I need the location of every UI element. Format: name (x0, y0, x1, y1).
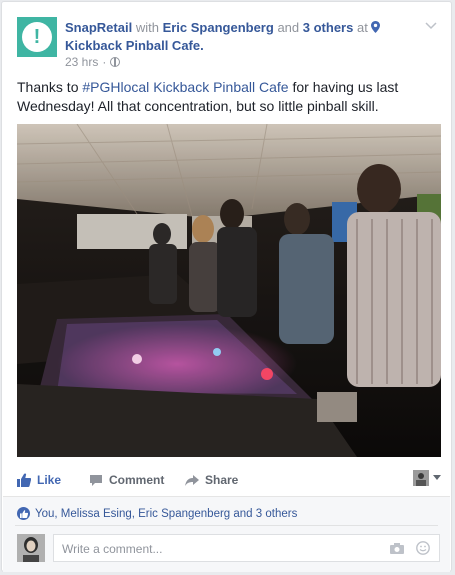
comment-tools (390, 541, 430, 555)
share-label: Share (205, 473, 239, 487)
comment-input[interactable]: Write a comment... (53, 534, 440, 562)
action-bar: Like Comment Share (17, 468, 441, 494)
at-text: at (356, 20, 368, 35)
like-badge-icon (17, 507, 30, 520)
feedback-section: You, Melissa Esing, Eric Spangenberg and… (3, 497, 450, 572)
chevron-down-icon[interactable] (423, 17, 439, 33)
mention-link[interactable]: Kickback Pinball Cafe (153, 79, 288, 95)
post-header: ! SnapRetail with Eric Spangenberg and 3… (17, 17, 439, 69)
divider (15, 525, 438, 526)
likes-summary-text: You, Melissa Esing, Eric Spangenberg and… (35, 507, 298, 520)
dot-separator-icon: · (102, 55, 107, 69)
page-avatar[interactable]: ! (17, 17, 57, 57)
like-button[interactable]: Like (17, 473, 61, 487)
location-pin-icon (371, 21, 381, 33)
like-label: Like (37, 473, 62, 487)
likes-summary[interactable]: You, Melissa Esing, Eric Spangenberg and… (17, 507, 297, 520)
post-as-selector[interactable] (413, 470, 441, 486)
viewer-avatar (413, 470, 429, 486)
commenter-avatar (17, 534, 45, 562)
post-card: ! SnapRetail with Eric Spangenberg and 3… (1, 1, 452, 572)
pinball-photo-image (17, 124, 441, 457)
location-link[interactable]: Kickback Pinball Cafe. (65, 37, 405, 55)
speech-bubble-icon (90, 474, 102, 486)
share-arrow-icon (185, 474, 199, 486)
timestamp-link[interactable]: 23 hrs (65, 55, 98, 69)
globe-privacy-icon[interactable] (110, 57, 121, 67)
comment-label: Comment (109, 473, 165, 487)
post-meta: 23 hrs · (65, 55, 121, 69)
hashtag-link[interactable]: #PGHlocal (82, 79, 149, 95)
and-text: and (277, 20, 300, 35)
caret-down-icon (433, 475, 441, 480)
post-header-line: SnapRetail with Eric Spangenberg and 3 o… (65, 19, 405, 55)
camera-icon[interactable] (390, 542, 404, 554)
post-photo[interactable] (17, 124, 441, 457)
tagged-others-link[interactable]: 3 others (303, 20, 354, 35)
emoji-icon[interactable] (416, 541, 430, 555)
post-text-intro: Thanks to (17, 79, 83, 95)
tagged-person-link[interactable]: Eric Spangenberg (163, 20, 274, 35)
with-text: with (135, 20, 159, 35)
post-text: Thanks to #PGHlocal Kickback Pinball Caf… (17, 78, 442, 116)
page-name-link[interactable]: SnapRetail (65, 20, 132, 35)
exclamation-logo-icon: ! (22, 22, 52, 52)
share-button[interactable]: Share (185, 473, 238, 487)
comment-button[interactable]: Comment (89, 473, 164, 487)
thumbs-up-icon (17, 473, 31, 487)
